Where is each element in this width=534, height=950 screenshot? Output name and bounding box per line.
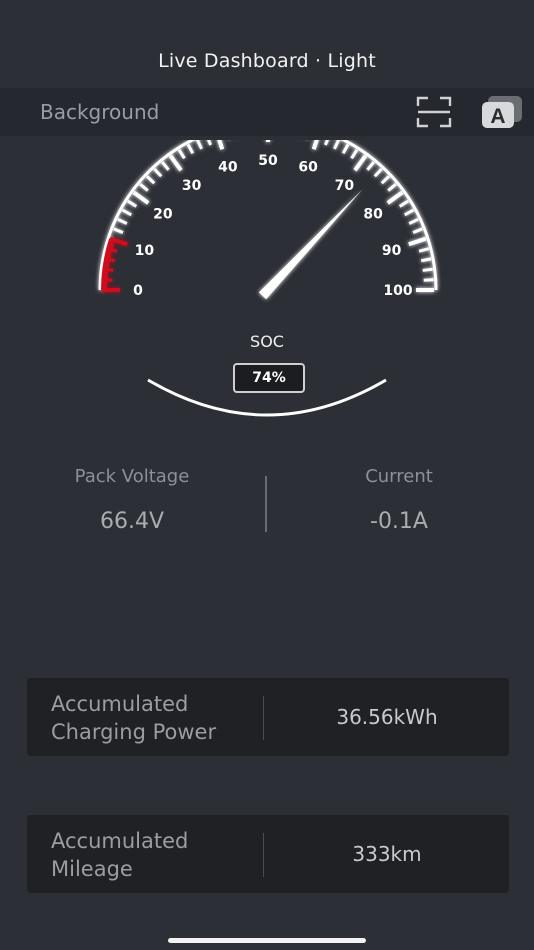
gauge-tick-label: 80	[363, 207, 383, 223]
home-indicator[interactable]	[168, 938, 366, 943]
scan-frame-icon[interactable]	[416, 96, 452, 128]
mileage-value: 333km	[352, 842, 422, 866]
gauge-tick	[380, 175, 391, 185]
gauge-tick	[127, 199, 138, 208]
gauge-tick	[161, 161, 170, 171]
gauge-tick	[403, 208, 415, 217]
current-label: Current	[365, 466, 433, 487]
charging-power-value: 36.56kWh	[336, 705, 438, 729]
gauge-tick-label: 60	[298, 159, 318, 175]
background-bar: Background A	[0, 88, 534, 136]
gauge-tick	[206, 140, 212, 146]
gauge-tick	[350, 149, 359, 160]
gauge-tick	[398, 199, 409, 208]
gauge-tick	[422, 267, 433, 272]
page-title: Live Dashboard · Light	[158, 50, 376, 72]
soc-label: SOC	[250, 332, 284, 351]
gauge-tick-label: 50	[258, 153, 278, 169]
gauge-tick-label: 70	[335, 178, 355, 194]
gauge-tick	[412, 227, 423, 234]
gauge-tick	[145, 175, 156, 185]
gauge-tick	[132, 190, 150, 205]
pack-voltage-label: Pack Voltage	[74, 466, 190, 487]
gauge-tick	[168, 154, 183, 172]
charging-power-card: Accumulated Charging Power 36.56kWh	[27, 678, 509, 756]
gauge-tick	[324, 140, 330, 146]
soc-gauge: 0 10 20 30 40 50 60 70 80 90 100	[98, 140, 438, 300]
pack-voltage-value: 66.4V	[99, 509, 165, 534]
gauge-tick	[117, 217, 128, 225]
gauge-tick	[153, 167, 163, 178]
gauge-tick	[408, 236, 427, 247]
gauge-tick-label: 20	[153, 207, 173, 223]
gauge-tick-label: 40	[218, 159, 238, 175]
gauge-tick	[311, 140, 319, 150]
gauge-tick-label: 0	[133, 283, 143, 299]
gauge-tick	[186, 143, 195, 155]
gauge-bottom-arc	[147, 378, 387, 417]
gauge-tick	[366, 161, 375, 171]
mileage-label-line1: Accumulated	[51, 829, 189, 853]
gauge-tick	[387, 183, 397, 192]
charging-power-label-line1: Accumulated	[51, 692, 189, 716]
background-label: Background	[40, 100, 160, 124]
card-separator	[263, 696, 264, 740]
gauge-tick	[373, 167, 383, 178]
gauge-tick	[423, 278, 434, 282]
gauge-tick	[386, 190, 404, 205]
svg-text:A: A	[490, 105, 505, 128]
gauge-tick-label: 30	[182, 178, 202, 194]
gauge-tick	[408, 217, 419, 225]
charging-power-label-line2: Charging Power	[51, 720, 217, 744]
gauge-tick	[353, 154, 368, 172]
gauge-tick	[177, 149, 186, 160]
gauge-tick	[217, 140, 225, 150]
gauge-needle	[258, 189, 363, 300]
gauge-tick	[420, 257, 432, 263]
gauge-tick-label: 10	[135, 243, 155, 259]
mileage-label-line2: Mileage	[51, 857, 133, 881]
gauge-tick	[195, 140, 203, 150]
gauge-tick-label: 100	[383, 283, 412, 299]
gauge-tick-label: 90	[382, 243, 402, 259]
gauge-tick	[139, 183, 149, 192]
gauge-tick	[113, 227, 124, 234]
gauge-tick	[333, 140, 341, 150]
metric-divider	[265, 476, 267, 532]
current-value: -0.1A	[370, 509, 428, 534]
gauge-tick	[121, 208, 133, 217]
mileage-card: Accumulated Mileage 333km	[27, 815, 509, 893]
gauge-tick	[341, 143, 350, 155]
font-a-icon[interactable]: A	[478, 94, 526, 130]
card-separator	[263, 833, 264, 877]
gauge-tick	[418, 247, 430, 253]
